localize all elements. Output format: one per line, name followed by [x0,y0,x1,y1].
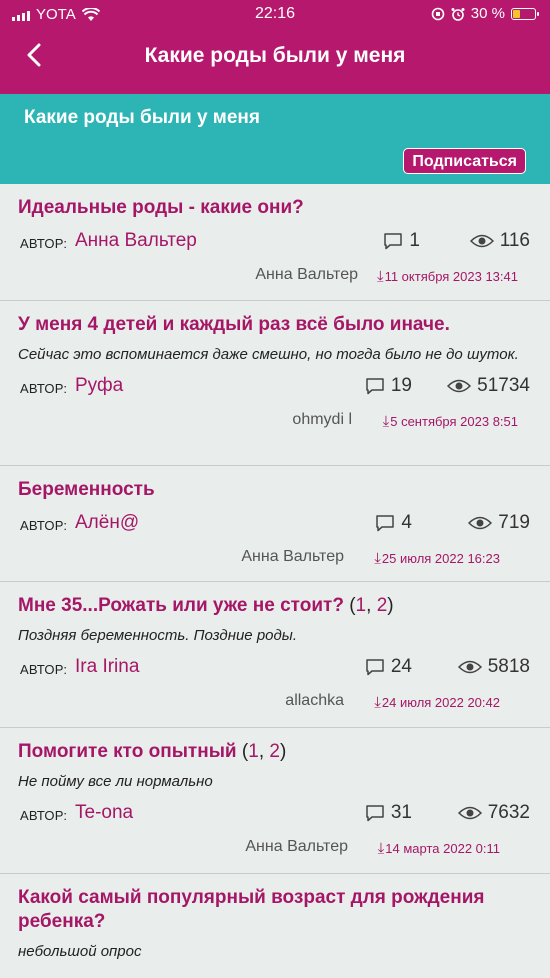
last-post-date[interactable]: ⤓ 5 сентября 2023 8:51 [383,413,518,430]
last-post-user[interactable]: Анна Вальтер [245,838,348,856]
last-post-date[interactable]: ⤓ 24 июля 2022 20:42 [374,694,500,711]
comment-count: 19 [365,375,412,397]
status-bar: YOTA 22:16 30 % [0,0,550,30]
topic-title[interactable]: Помогите кто опытный (1, 2) [18,740,532,764]
comment-count: 4 [375,512,412,534]
last-post-arrow-icon: ⤓ [374,550,381,567]
rotation-lock-icon [431,7,445,20]
topic-item[interactable]: Мне 35...Рожать или уже не стоит? (1, 2)… [0,582,550,728]
author-link[interactable]: Руфа [75,375,123,397]
last-post-user[interactable]: allachka [285,692,344,710]
alarm-icon [451,7,465,21]
subscribe-button[interactable]: Подписаться [403,148,526,174]
author-link[interactable]: Анна Вальтер [75,230,197,252]
eye-icon [457,806,482,820]
comment-count: 1 [383,230,420,252]
comment-count: 31 [365,802,412,824]
author-label: АВТОР: [20,518,68,533]
last-post-arrow-icon: ⤓ [374,694,381,711]
topic-item[interactable]: Помогите кто опытный (1, 2) Не пойму все… [0,728,550,874]
last-post-date[interactable]: ⤓ 14 марта 2022 0:11 [378,840,500,857]
page-link[interactable]: 1 [248,741,259,762]
comment-icon [366,805,384,822]
view-count: 51734 [447,375,530,397]
eye-icon [469,234,494,248]
comment-icon [366,659,384,676]
last-post-arrow-icon: ⤓ [382,413,390,430]
author-link[interactable]: Ira Irina [75,656,139,678]
topic-description: небольшой опрос [18,943,142,960]
last-post-user[interactable]: Анна Вальтер [255,266,358,284]
battery-icon [511,7,539,20]
author-label: АВТОР: [20,808,68,823]
topic-description: Поздняя беременность. Поздние роды. [18,627,298,644]
view-count: 719 [468,512,530,534]
topic-title[interactable]: Идеальные роды - какие они? [18,196,532,220]
last-post-arrow-icon: ⤓ [377,840,385,857]
page-link[interactable]: 2 [377,595,388,616]
last-post-arrow-icon: ⤓ [376,268,384,285]
view-count: 5818 [457,656,530,678]
app-header: YOTA 22:16 30 % Какие роды были у меня [0,0,550,94]
view-count: 7632 [457,802,530,824]
topic-item[interactable]: Беременность АВТОР: Алён@ 4 719 Анна Вал… [0,466,550,582]
topic-description: Сейчас это вспоминается даже смешно, но … [18,346,519,363]
topic-title[interactable]: Какой самый популярный возраст для рожде… [18,886,532,934]
author-link[interactable]: Алён@ [75,512,139,534]
page-link[interactable]: 1 [356,595,367,616]
author-link[interactable]: Te-ona [75,802,133,824]
section-title: Какие роды были у меня [24,107,260,128]
topic-description: Не пойму все ли нормально [18,773,213,790]
comment-count: 24 [365,656,412,678]
section-header: Какие роды были у меня Подписаться [0,94,550,184]
view-count: 116 [469,230,530,252]
topic-item[interactable]: У меня 4 детей и каждый раз всё было ина… [0,301,550,466]
last-post-date[interactable]: ⤓ 25 июля 2022 16:23 [374,550,500,567]
topic-title[interactable]: Мне 35...Рожать или уже не стоит? (1, 2) [18,594,532,618]
last-post-user[interactable]: ohmydi l [292,411,352,429]
topic-title[interactable]: У меня 4 детей и каждый раз всё было ина… [18,313,532,337]
comment-icon [384,233,403,250]
page-links: (1, 2) [241,741,287,762]
author-label: АВТОР: [20,236,68,251]
eye-icon [447,379,472,393]
battery-percent: 30 % [470,5,505,22]
author-label: АВТОР: [20,662,68,677]
page-title: Какие роды были у меня [144,44,406,67]
last-post-user[interactable]: Анна Вальтер [241,548,344,566]
comment-icon [376,515,395,532]
last-post-date[interactable]: ⤓ 11 октября 2023 13:41 [377,268,518,285]
comment-icon [366,378,384,395]
topic-list: Идеальные роды - какие они? АВТОР: Анна … [0,184,550,978]
topic-title[interactable]: Беременность [18,478,532,502]
eye-icon [468,516,493,530]
page-link[interactable]: 2 [269,741,280,762]
author-label: АВТОР: [20,381,68,396]
topic-item[interactable]: Идеальные роды - какие они? АВТОР: Анна … [0,184,550,301]
topic-item[interactable]: Какой самый популярный возраст для рожде… [0,874,550,978]
page-links: (1, 2) [349,595,394,616]
eye-icon [457,660,482,674]
